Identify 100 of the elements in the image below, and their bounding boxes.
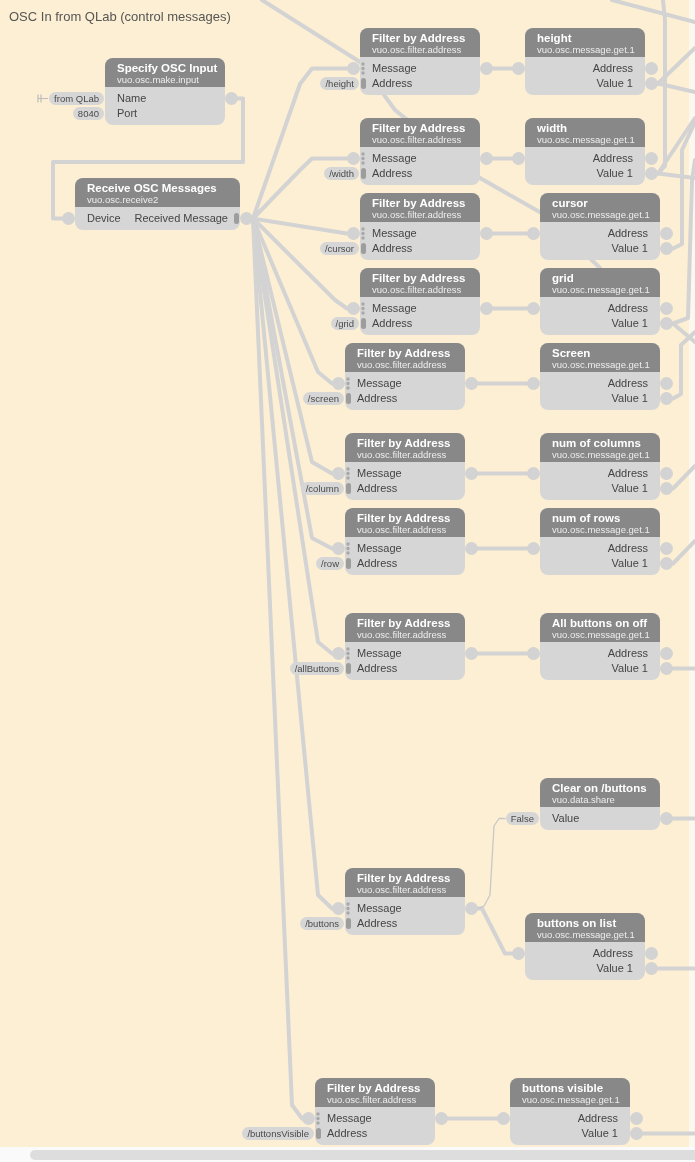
node-title: Filter by Address — [357, 346, 452, 360]
port-label: Value 1 — [596, 76, 633, 91]
port-label: Address — [372, 76, 413, 91]
node-title: grid — [552, 271, 575, 285]
node-title: All buttons on off — [552, 616, 649, 630]
node-title: Filter by Address — [372, 271, 467, 285]
node-card[interactable]: Filter by Address vuo.osc.filter.address Message Address — [345, 868, 465, 935]
constant-value[interactable]: /height — [320, 77, 359, 90]
node-card[interactable]: Filter by Address vuo.osc.filter.address Message Address — [360, 193, 480, 260]
port-label: Address — [357, 661, 398, 676]
node-card[interactable]: buttons on list vuo.osc.message.get.1 Address Value 1 — [525, 913, 645, 980]
port-label: Address — [357, 481, 398, 496]
constant-value[interactable]: /allButtons — [289, 662, 344, 675]
cable — [491, 306, 529, 311]
node-card[interactable]: Specify OSC Input vuo.osc.make.input Name Port — [105, 58, 225, 125]
node-card[interactable]: Filter by Address vuo.osc.filter.address Message Address — [315, 1078, 435, 1145]
node-card[interactable]: grid vuo.osc.message.get.1 Address Value 1 — [540, 268, 660, 335]
constant-value[interactable]: /buttons — [300, 917, 344, 930]
port-label: Address — [357, 391, 398, 406]
port-label: Message — [327, 1111, 372, 1126]
constant-value[interactable]: /cursor — [319, 242, 359, 255]
port-label: Message — [372, 226, 417, 241]
node-card[interactable]: height vuo.osc.message.get.1 Address Value 1 — [525, 28, 645, 95]
node-card[interactable]: cursor vuo.osc.message.get.1 Address Value 1 — [540, 193, 660, 260]
port-label: Value — [552, 811, 580, 826]
node-class-name: vuo.osc.filter.address — [372, 285, 463, 295]
node-title: Clear on /buttons — [552, 781, 648, 795]
node-title: buttons visible — [522, 1081, 605, 1095]
port-label: Port — [117, 106, 138, 121]
port-label: Address — [607, 646, 648, 661]
node-card[interactable]: width vuo.osc.message.get.1 Address Value 1 — [525, 118, 645, 185]
node-class-name: vuo.data.share — [552, 795, 616, 805]
node-card[interactable]: Filter by Address vuo.osc.filter.address Message Address — [345, 433, 465, 500]
node-class-name: vuo.osc.filter.address — [372, 210, 463, 220]
port-label: Message — [357, 901, 402, 916]
port-label: Device — [87, 211, 121, 226]
port-label: Message — [372, 151, 417, 166]
node-card[interactable]: Filter by Address vuo.osc.filter.address Message Address — [360, 268, 480, 335]
node-class-name: vuo.osc.message.get.1 — [537, 135, 636, 145]
node-class-name: vuo.osc.message.get.1 — [537, 930, 636, 940]
cable — [641, 1131, 695, 1136]
node-card[interactable]: num of columns vuo.osc.message.get.1 Address Value 1 — [540, 433, 660, 500]
port-label: Message — [357, 541, 402, 556]
node-class-name: vuo.osc.filter.address — [327, 1095, 418, 1105]
port-label: Value 1 — [581, 1126, 618, 1141]
port-label: Address — [607, 226, 648, 241]
node-card[interactable]: Filter by Address vuo.osc.filter.address Message Address — [360, 28, 480, 95]
node-title: Specify OSC Input — [117, 61, 219, 75]
port-label: Value 1 — [596, 166, 633, 181]
constant-value[interactable]: from QLab — [49, 92, 104, 105]
cable — [476, 546, 529, 551]
node-class-name: vuo.osc.filter.address — [357, 450, 448, 460]
port-label: Message — [357, 376, 402, 391]
scrollbar-thumb[interactable] — [30, 1150, 695, 1160]
node-title: cursor — [552, 196, 589, 210]
node-card[interactable]: Filter by Address vuo.osc.filter.address Message Address — [345, 343, 465, 410]
node-card[interactable]: Filter by Address vuo.osc.filter.address Message Address — [360, 118, 480, 185]
node-title: height — [537, 31, 573, 45]
cable — [476, 471, 529, 476]
node-card[interactable]: Receive OSC Messages vuo.osc.receive2 Device Received Message — [75, 178, 240, 230]
constant-value[interactable]: /screen — [302, 392, 344, 405]
port-label: Address — [357, 916, 398, 931]
node-title: Filter by Address — [357, 616, 452, 630]
node-class-name: vuo.osc.message.get.1 — [552, 630, 651, 640]
port-label: Value 1 — [611, 556, 648, 571]
port-label: Address — [607, 376, 648, 391]
node-class-name: vuo.osc.filter.address — [357, 525, 448, 535]
node-card[interactable]: num of rows vuo.osc.message.get.1 Address Value 1 — [540, 508, 660, 575]
constant-value[interactable]: /buttonsVisible — [242, 1127, 314, 1140]
node-class-name: vuo.osc.message.get.1 — [552, 360, 651, 370]
port-label: Address — [372, 166, 413, 181]
port-label: Address — [327, 1126, 368, 1141]
node-title: Filter by Address — [372, 196, 467, 210]
node-card[interactable]: buttons visible vuo.osc.message.get.1 Address Value 1 — [510, 1078, 630, 1145]
constant-value[interactable]: /row — [316, 557, 344, 570]
port-label: Message — [357, 646, 402, 661]
node-card[interactable]: All buttons on off vuo.osc.message.get.1 Address Value 1 — [540, 613, 660, 680]
node-card[interactable]: Filter by Address vuo.osc.filter.address Message Address — [345, 508, 465, 575]
node-class-name: vuo.osc.message.get.1 — [552, 210, 651, 220]
constant-value[interactable]: /column — [300, 482, 344, 495]
node-title: num of rows — [552, 511, 622, 525]
cable — [476, 381, 529, 386]
node-title: Filter by Address — [357, 871, 452, 885]
node-card[interactable]: Screen vuo.osc.message.get.1 Address Value 1 — [540, 343, 660, 410]
node-class-name: vuo.osc.filter.address — [372, 135, 463, 145]
cable — [671, 816, 695, 821]
port-label: Name — [117, 91, 147, 106]
node-title: Screen — [552, 346, 592, 360]
node-title: Filter by Address — [372, 121, 467, 135]
node-class-name: vuo.osc.message.get.1 — [522, 1095, 621, 1105]
node-title: Filter by Address — [372, 31, 467, 45]
node-card[interactable]: Clear on /buttons vuo.data.share Value — [540, 778, 660, 830]
constant-value[interactable]: False — [505, 812, 539, 825]
node-class-name: vuo.osc.receive2 — [87, 195, 160, 205]
cable — [656, 966, 695, 971]
port-label: Address — [372, 316, 413, 331]
port-label: Message — [372, 301, 417, 316]
node-card[interactable]: Filter by Address vuo.osc.filter.address Message Address — [345, 613, 465, 680]
port-label: Address — [372, 241, 413, 256]
cable — [671, 539, 695, 566]
